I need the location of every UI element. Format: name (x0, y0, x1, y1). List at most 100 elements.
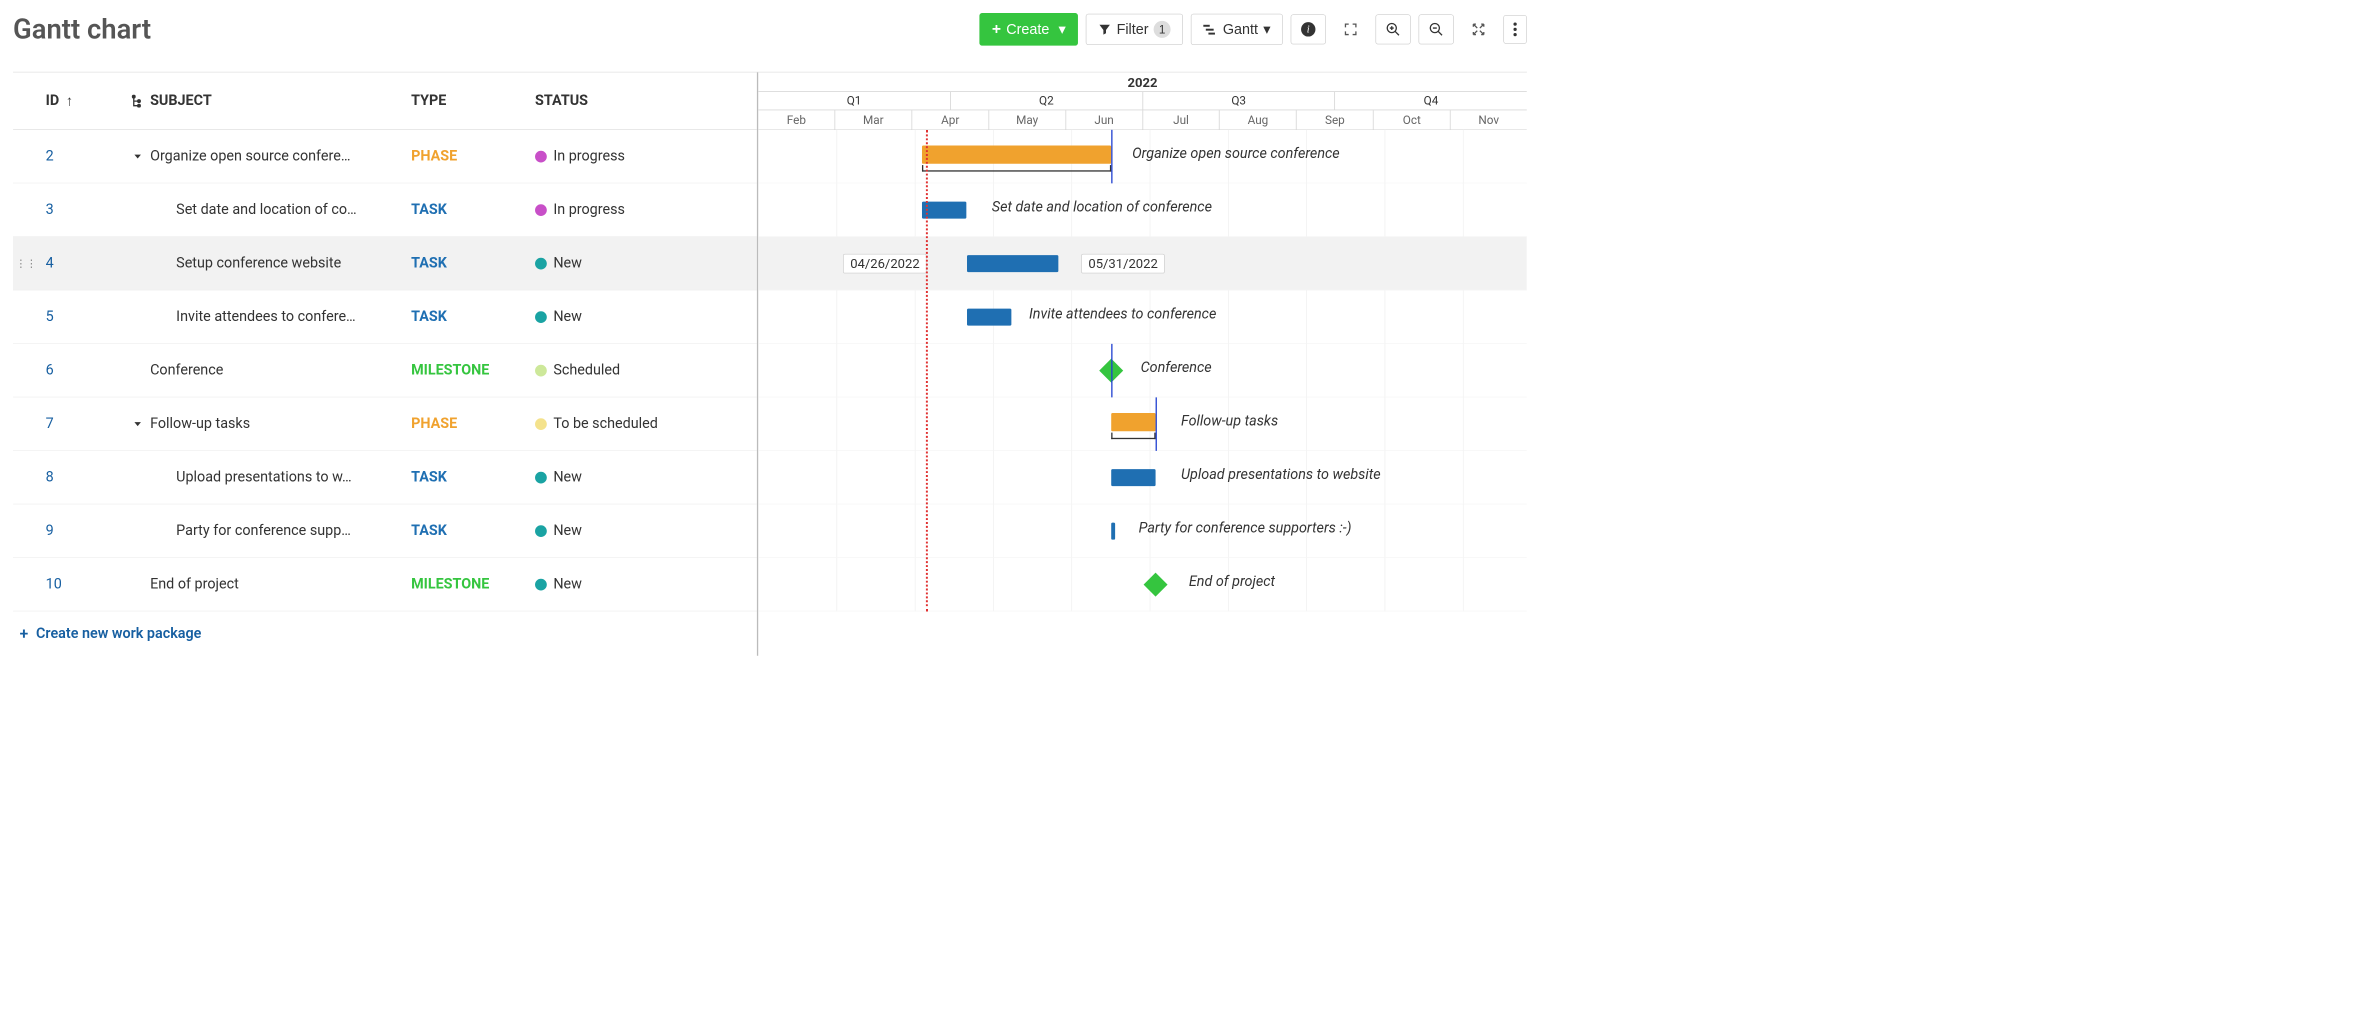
zoom-fit-button[interactable] (1462, 15, 1496, 44)
table-row[interactable]: ⋮⋮4Setup conference websiteTASKNew (13, 237, 757, 291)
row-status: In progress (529, 202, 757, 218)
status-text: Scheduled (553, 362, 620, 378)
gantt-bar-label: Organize open source conference (1132, 146, 1340, 162)
timeline-row[interactable]: End of project (758, 558, 1527, 612)
create-button[interactable]: + Create ▾ (979, 13, 1078, 46)
column-subject[interactable]: SUBJECT (131, 93, 412, 109)
timeline-row[interactable]: Party for conference supporters :-) (758, 504, 1527, 558)
row-status: In progress (529, 148, 757, 164)
table-row[interactable]: ⋮⋮2Organize open source confere…PHASEIn … (13, 130, 757, 184)
timeline-month: Nov (1450, 110, 1527, 130)
table-row[interactable]: ⋮⋮8Upload presentations to w…TASKNew (13, 451, 757, 505)
status-dot-icon (535, 311, 547, 323)
row-id[interactable]: 9 (13, 523, 130, 539)
row-subject[interactable]: Setup conference website (131, 255, 412, 271)
row-id[interactable]: 8 (13, 469, 130, 485)
row-status: New (529, 255, 757, 271)
timeline-month: Sep (1296, 110, 1373, 130)
row-subject[interactable]: Conference (131, 362, 412, 378)
zoom-in-button[interactable] (1375, 14, 1410, 44)
chevron-down-icon[interactable] (131, 419, 145, 429)
gantt-bar-label: Follow-up tasks (1181, 413, 1278, 429)
subject-text: Upload presentations to w… (176, 469, 351, 485)
status-dot-icon (535, 150, 547, 162)
row-subject[interactable]: End of project (131, 576, 412, 592)
timeline-quarter: Q2 (950, 92, 1142, 110)
gantt-bar-task[interactable] (967, 309, 1011, 326)
table-row[interactable]: ⋮⋮9Party for conference supp…TASKNew (13, 504, 757, 558)
timeline-row[interactable]: Conference (758, 344, 1527, 398)
row-status: New (529, 576, 757, 592)
gantt-icon (1203, 23, 1217, 35)
create-label: Create (1006, 21, 1049, 38)
table-row[interactable]: ⋮⋮5Invite attendees to confere…TASKNew (13, 290, 757, 344)
drag-handle-icon[interactable]: ⋮⋮ (16, 257, 37, 269)
row-id[interactable]: 5 (13, 309, 130, 325)
view-select-button[interactable]: Gantt ▾ (1191, 14, 1283, 45)
gantt-bar-phase[interactable] (1111, 413, 1155, 431)
timeline-header: 2022 Q1Q2Q3Q4 FebMarAprMayJunJulAugSepOc… (758, 72, 1527, 129)
gantt-bar-task[interactable] (1111, 469, 1155, 486)
column-id[interactable]: ID ↑ (13, 92, 130, 109)
table-row[interactable]: ⋮⋮6ConferenceMILESTONEScheduled (13, 344, 757, 398)
fullscreen-icon (1343, 22, 1357, 36)
status-text: In progress (553, 148, 625, 164)
timeline-row[interactable]: Invite attendees to conference (758, 290, 1527, 344)
gantt-bar-task[interactable] (967, 255, 1058, 272)
timeline-row[interactable]: Follow-up tasks (758, 397, 1527, 451)
toolbar: + Create ▾ Filter 1 Gantt ▾ i (979, 13, 1526, 46)
zoom-out-button[interactable] (1419, 14, 1454, 44)
filter-button[interactable]: Filter 1 (1086, 14, 1183, 45)
subject-text: Party for conference supp… (176, 523, 351, 539)
row-id[interactable]: 10 (13, 576, 130, 592)
gantt-bar-task[interactable] (922, 202, 966, 219)
gantt-bar-phase[interactable] (922, 146, 1111, 164)
gantt-bar-label: Party for conference supporters :-) (1139, 520, 1352, 536)
row-subject[interactable]: Party for conference supp… (131, 523, 412, 539)
table-row[interactable]: ⋮⋮7Follow-up tasksPHASETo be scheduled (13, 397, 757, 451)
row-id[interactable]: 6 (13, 362, 130, 378)
dependency-line (1156, 397, 1157, 451)
column-type[interactable]: TYPE (411, 93, 528, 109)
timeline-row[interactable]: Set date and location of conference (758, 183, 1527, 237)
timeline-row[interactable]: 04/26/2022 05/31/2022 (758, 237, 1527, 291)
info-button[interactable]: i (1291, 14, 1326, 44)
row-type: TASK (411, 202, 528, 218)
row-id[interactable]: 7 (13, 416, 130, 432)
row-subject[interactable]: Set date and location of co… (131, 202, 412, 218)
timeline-body[interactable]: Organize open source conference Set date … (758, 130, 1527, 612)
row-status: Scheduled (529, 362, 757, 378)
subject-text: Setup conference website (176, 255, 341, 271)
info-icon: i (1300, 22, 1316, 38)
row-subject[interactable]: Organize open source confere… (131, 148, 412, 164)
status-text: To be scheduled (553, 416, 658, 432)
row-id[interactable]: 2 (13, 148, 130, 164)
timeline-row[interactable]: Organize open source conference (758, 130, 1527, 184)
gantt-bar-task[interactable] (1111, 523, 1115, 540)
gantt-date-start[interactable]: 04/26/2022 (843, 254, 927, 274)
page-title: Gantt chart (13, 13, 151, 45)
column-status[interactable]: STATUS (529, 93, 757, 109)
gantt-milestone[interactable] (1144, 573, 1168, 597)
row-type: TASK (411, 469, 528, 485)
timeline-pane: 2022 Q1Q2Q3Q4 FebMarAprMayJunJulAugSepOc… (757, 72, 1527, 655)
row-type: TASK (411, 523, 528, 539)
gantt-bar-label: Invite attendees to conference (1029, 306, 1216, 322)
status-text: New (553, 576, 582, 592)
row-subject[interactable]: Upload presentations to w… (131, 469, 412, 485)
timeline-row[interactable]: Upload presentations to website (758, 451, 1527, 505)
chevron-down-icon[interactable] (131, 151, 145, 161)
gantt-date-end[interactable]: 05/31/2022 (1081, 254, 1165, 274)
fullscreen-button[interactable] (1334, 15, 1368, 44)
create-work-package-link[interactable]: + Create new work package (13, 611, 757, 655)
hierarchy-icon (131, 94, 144, 107)
kebab-icon (1513, 22, 1517, 36)
table-row[interactable]: ⋮⋮3Set date and location of co…TASKIn pr… (13, 183, 757, 237)
more-menu-button[interactable] (1503, 15, 1526, 44)
row-subject[interactable]: Follow-up tasks (131, 416, 412, 432)
row-id[interactable]: 3 (13, 202, 130, 218)
status-dot-icon (535, 578, 547, 590)
table-row[interactable]: ⋮⋮10End of projectMILESTONENew (13, 558, 757, 612)
row-subject[interactable]: Invite attendees to confere… (131, 309, 412, 325)
gantt-bar-label: Set date and location of conference (992, 199, 1212, 215)
